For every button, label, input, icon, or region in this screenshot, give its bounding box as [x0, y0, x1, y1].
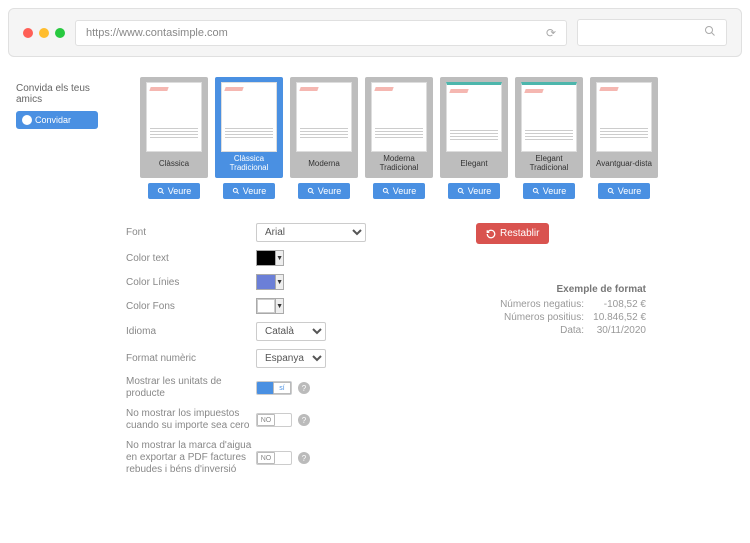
template-label: Clàssica Tradicional — [220, 155, 278, 173]
font-label: Font — [126, 227, 256, 238]
template-thumb — [371, 82, 427, 152]
invite-button-label: Convidar — [35, 115, 71, 125]
example-date-label: Data: — [560, 325, 584, 336]
template-card[interactable]: Moderna Tradicional — [365, 77, 433, 178]
color-text-picker[interactable]: ▼ — [256, 250, 284, 266]
help-icon[interactable]: ? — [298, 452, 310, 464]
sidebar: Convida els teus amics Convidar — [8, 65, 106, 496]
close-dot[interactable] — [23, 28, 33, 38]
help-icon[interactable]: ? — [298, 414, 310, 426]
template-1: Clàssica Tradicional Veure — [215, 77, 283, 199]
browser-chrome: https://www.contasimple.com ⟳ — [8, 8, 742, 57]
toggle-units-label: Mostrar les unitats de producte — [126, 376, 256, 400]
color-lines-picker[interactable]: ▼ — [256, 274, 284, 290]
font-select[interactable]: Arial — [256, 223, 366, 242]
template-5: Elegant Tradicional Veure — [515, 77, 583, 199]
example-neg-value: -108,52 € — [590, 299, 646, 310]
language-label: Idioma — [126, 326, 256, 337]
template-label: Elegant Tradicional — [520, 155, 578, 173]
refresh-icon[interactable]: ⟳ — [546, 26, 556, 40]
toggle-watermark-label: No mostrar la marca d'aigua en exportar … — [126, 440, 256, 476]
template-card[interactable]: Elegant — [440, 77, 508, 178]
settings-form: Font Arial Color text ▼ Color Línies ▼ — [126, 223, 732, 484]
globe-icon — [22, 115, 32, 125]
view-button[interactable]: Veure — [448, 183, 500, 199]
template-label: Elegant — [460, 155, 487, 173]
template-thumb — [296, 82, 352, 152]
example-pos-value: 10.846,52 € — [590, 312, 646, 323]
toggle-watermark[interactable]: NO — [256, 451, 292, 465]
numformat-select[interactable]: Espanya — [256, 349, 326, 368]
template-card[interactable]: Elegant Tradicional — [515, 77, 583, 178]
magnifier-icon — [457, 187, 465, 195]
template-label: Moderna Tradicional — [370, 155, 428, 173]
magnifier-icon — [382, 187, 390, 195]
example-date-value: 30/11/2020 — [590, 325, 646, 336]
template-label: Moderna — [308, 155, 340, 173]
template-2: Moderna Veure — [290, 77, 358, 199]
app-body: Convida els teus amics Convidar Clàssica… — [0, 65, 750, 504]
url-bar[interactable]: https://www.contasimple.com ⟳ — [75, 20, 567, 46]
color-bg-picker[interactable]: ▼ — [256, 298, 284, 314]
magnifier-icon — [532, 187, 540, 195]
template-thumb — [146, 82, 202, 152]
invite-text: Convida els teus amics — [16, 83, 98, 105]
reset-button[interactable]: Restablir — [476, 223, 549, 244]
search-box[interactable] — [577, 19, 727, 46]
template-label: Avantguar-dista — [596, 155, 652, 173]
template-card[interactable]: Clàssica Tradicional — [215, 77, 283, 178]
template-3: Moderna Tradicional Veure — [365, 77, 433, 199]
example-pos-label: Números positius: — [504, 312, 584, 323]
numformat-label: Format numèric — [126, 353, 256, 364]
magnifier-icon — [307, 187, 315, 195]
template-label: Clàssica — [159, 155, 189, 173]
view-button[interactable]: Veure — [598, 183, 650, 199]
template-card[interactable]: Moderna — [290, 77, 358, 178]
color-text-label: Color text — [126, 253, 256, 264]
reset-icon — [486, 229, 496, 239]
toggle-taxes[interactable]: NO — [256, 413, 292, 427]
template-thumb — [446, 82, 502, 152]
toggle-units[interactable]: sí — [256, 381, 292, 395]
language-select[interactable]: Català — [256, 322, 326, 341]
window-dots — [23, 28, 65, 38]
url-text: https://www.contasimple.com — [86, 27, 228, 39]
magnifier-icon — [157, 187, 165, 195]
template-thumb — [221, 82, 277, 152]
color-lines-label: Color Línies — [126, 277, 256, 288]
main-panel: ClàssicaVeureClàssica TradicionalVeureMo… — [106, 65, 742, 496]
template-thumb — [521, 82, 577, 152]
minimize-dot[interactable] — [39, 28, 49, 38]
view-button[interactable]: Veure — [148, 183, 200, 199]
toggle-taxes-label: No mostrar los impuestos cuando su impor… — [126, 408, 256, 432]
template-card[interactable]: Avantguar-dista — [590, 77, 658, 178]
magnifier-icon — [607, 187, 615, 195]
view-button[interactable]: Veure — [223, 183, 275, 199]
search-icon — [704, 25, 716, 40]
magnifier-icon — [232, 187, 240, 195]
template-4: Elegant Veure — [440, 77, 508, 199]
maximize-dot[interactable] — [55, 28, 65, 38]
example-neg-label: Números negatius: — [500, 299, 584, 310]
view-button[interactable]: Veure — [373, 183, 425, 199]
example-title: Exemple de format — [466, 284, 646, 295]
view-button[interactable]: Veure — [523, 183, 575, 199]
help-icon[interactable]: ? — [298, 382, 310, 394]
reset-button-label: Restablir — [500, 228, 539, 239]
template-gallery: ClàssicaVeureClàssica TradicionalVeureMo… — [140, 77, 732, 199]
template-card[interactable]: Clàssica — [140, 77, 208, 178]
template-6: Avantguar-dista Veure — [590, 77, 658, 199]
color-bg-label: Color Fons — [126, 301, 256, 312]
invite-button[interactable]: Convidar — [16, 111, 98, 129]
template-thumb — [596, 82, 652, 152]
view-button[interactable]: Veure — [298, 183, 350, 199]
template-0: Clàssica Veure — [140, 77, 208, 199]
